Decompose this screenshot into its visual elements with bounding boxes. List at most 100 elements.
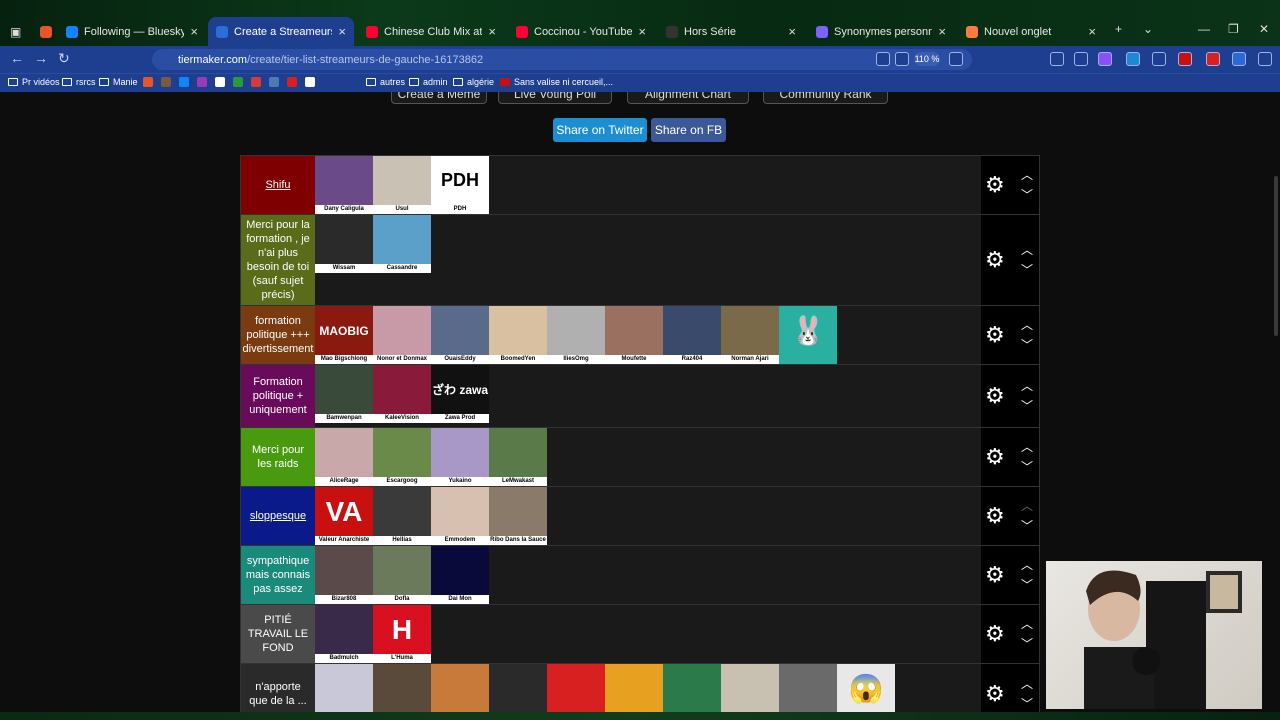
minimize-icon[interactable]: — bbox=[1198, 22, 1210, 36]
create-meme-button[interactable]: Create a Meme bbox=[391, 92, 487, 104]
close-tab-icon[interactable]: × bbox=[190, 24, 198, 39]
tier-item[interactable]: Cassandre bbox=[373, 215, 431, 273]
tier-item[interactable]: MAOBIG Mao Bigschlong bbox=[315, 306, 373, 364]
menu-icon[interactable] bbox=[1258, 52, 1272, 66]
chevron-up-icon[interactable]: ︿ bbox=[1021, 315, 1033, 335]
tier-item[interactable]: Yukaino bbox=[431, 428, 489, 486]
tab-6[interactable]: Synonymes personnalité - Deep × bbox=[808, 17, 954, 46]
tier-item[interactable]: Usul bbox=[373, 156, 431, 214]
tier-items[interactable]: Wissam Cassandre bbox=[315, 215, 981, 305]
tier-label[interactable]: Shifu bbox=[241, 156, 315, 214]
gear-icon[interactable]: ⚙ bbox=[985, 444, 1005, 470]
tier-item[interactable] bbox=[663, 664, 721, 712]
tier-item[interactable]: ざわ zawa Zawa Prod bbox=[431, 365, 489, 423]
share-twitter-button[interactable]: Share on Twitter bbox=[553, 118, 647, 142]
account-icon[interactable] bbox=[1050, 52, 1064, 66]
tier-item[interactable]: H L'Huma bbox=[373, 605, 431, 663]
bookmark-favicon-icon[interactable] bbox=[269, 77, 279, 87]
tier-items[interactable]: MAOBIG Mao Bigschlong Nonor et Donmax Ouais… bbox=[315, 306, 981, 364]
reader-icon[interactable] bbox=[876, 52, 890, 66]
tier-label[interactable]: sympathique mais connais pas assez bbox=[241, 546, 315, 604]
tab-list-button[interactable]: ▣ bbox=[2, 17, 24, 46]
chevron-up-icon[interactable]: ︿ bbox=[1021, 496, 1033, 516]
chevron-down-icon[interactable]: ﹀ bbox=[1021, 185, 1033, 205]
bookmark-favicon-icon[interactable] bbox=[161, 77, 171, 87]
gear-icon[interactable]: ⚙ bbox=[985, 503, 1005, 529]
tier-label[interactable]: sloppesque bbox=[241, 487, 315, 545]
tier-item[interactable] bbox=[721, 664, 779, 712]
tier-item[interactable]: 😱 bbox=[837, 664, 895, 712]
ext-proton-icon[interactable] bbox=[1098, 52, 1112, 66]
tab-0[interactable] bbox=[32, 17, 54, 46]
bookmark-favicon-icon[interactable] bbox=[197, 77, 207, 87]
tier-item[interactable] bbox=[315, 664, 373, 712]
alignment-chart-button[interactable]: Alignment Chart bbox=[627, 92, 749, 104]
tab-2[interactable]: Create a Streameurs de Gauche × bbox=[208, 17, 354, 46]
chevron-up-icon[interactable]: ︿ bbox=[1021, 437, 1033, 457]
close-tab-icon[interactable]: × bbox=[338, 24, 346, 39]
extensions-icon[interactable] bbox=[1074, 52, 1088, 66]
bookmark-1[interactable]: rsrcs bbox=[62, 77, 96, 87]
close-tab-icon[interactable]: × bbox=[488, 24, 496, 39]
tier-item[interactable]: Badmulch bbox=[315, 605, 373, 663]
chevron-down-icon[interactable]: ﹀ bbox=[1021, 575, 1033, 595]
gear-icon[interactable]: ⚙ bbox=[985, 681, 1005, 707]
tier-label[interactable]: PITIÉ TRAVAIL LE FOND bbox=[241, 605, 315, 663]
tier-item[interactable]: OuaisEddy bbox=[431, 306, 489, 364]
tier-items[interactable]: AliceRage Escargoog Yukaino LeMwakast bbox=[315, 428, 981, 486]
tier-item[interactable]: VA Valeur Anarchiste bbox=[315, 487, 373, 545]
tier-item[interactable]: IliesOmg bbox=[547, 306, 605, 364]
tab-7[interactable]: Nouvel onglet × bbox=[958, 17, 1104, 46]
tier-item[interactable]: Emmodem bbox=[431, 487, 489, 545]
tier-item[interactable]: Moufette bbox=[605, 306, 663, 364]
tier-item[interactable] bbox=[779, 664, 837, 712]
tier-item[interactable]: Ribo Dans la Sauce bbox=[489, 487, 547, 545]
tier-item[interactable]: AliceRage bbox=[315, 428, 373, 486]
reload-icon[interactable]: ↻ bbox=[58, 50, 70, 67]
bookmark-favicon-icon[interactable] bbox=[305, 77, 315, 87]
gear-icon[interactable]: ⚙ bbox=[985, 562, 1005, 588]
gear-icon[interactable]: ⚙ bbox=[985, 322, 1005, 348]
tier-item[interactable]: BoomedYen bbox=[489, 306, 547, 364]
tier-item[interactable]: Dany Caligula bbox=[315, 156, 373, 214]
tier-item[interactable] bbox=[431, 664, 489, 712]
close-tab-icon[interactable]: × bbox=[938, 24, 946, 39]
tier-item[interactable]: Nonor et Donmax bbox=[373, 306, 431, 364]
bookmark-3[interactable]: autres bbox=[366, 77, 405, 87]
tier-label[interactable]: Formation politique + uniquement bbox=[241, 365, 315, 427]
tier-label[interactable]: Merci pour les raids bbox=[241, 428, 315, 486]
tier-items[interactable]: Bamwenpan KaleeVision ざわ zawa Zawa Prod bbox=[315, 365, 981, 427]
tier-item[interactable] bbox=[489, 664, 547, 712]
chevron-up-icon[interactable]: ︿ bbox=[1021, 614, 1033, 634]
tier-item[interactable]: Bamwenpan bbox=[315, 365, 373, 423]
tab-menu-icon[interactable]: ⌄ bbox=[1143, 22, 1153, 36]
close-tab-icon[interactable]: × bbox=[638, 24, 646, 39]
tier-item[interactable]: Escargoog bbox=[373, 428, 431, 486]
bookmark-favicon-icon[interactable] bbox=[215, 77, 225, 87]
tier-item[interactable]: 🐰 bbox=[779, 306, 837, 364]
bookmark-star-icon[interactable] bbox=[949, 52, 963, 66]
chevron-down-icon[interactable]: ﹀ bbox=[1021, 260, 1033, 280]
bookmark-4[interactable]: admin bbox=[409, 77, 448, 87]
gear-icon[interactable]: ⚙ bbox=[985, 621, 1005, 647]
chevron-down-icon[interactable]: ﹀ bbox=[1021, 694, 1033, 713]
gear-icon[interactable]: ⚙ bbox=[985, 383, 1005, 409]
chevron-up-icon[interactable]: ︿ bbox=[1021, 240, 1033, 260]
tier-item[interactable]: Dofla bbox=[373, 546, 431, 604]
chevron-up-icon[interactable]: ︿ bbox=[1021, 376, 1033, 396]
scrollbar[interactable] bbox=[1274, 176, 1278, 336]
chevron-up-icon[interactable]: ︿ bbox=[1021, 165, 1033, 185]
tab-1[interactable]: Following — Bluesky × bbox=[58, 17, 206, 46]
bookmark-favicon-icon[interactable] bbox=[287, 77, 297, 87]
tier-label[interactable]: n'apporte que de la ... bbox=[241, 664, 315, 712]
live-voting-button[interactable]: Live Voting Poll bbox=[498, 92, 612, 104]
tier-item[interactable]: Bizar808 bbox=[315, 546, 373, 604]
tab-3[interactable]: Chinese Club Mix at a Senior Ce × bbox=[358, 17, 504, 46]
tier-items[interactable]: VA Valeur Anarchiste Hellias Emmodem Ribo Da… bbox=[315, 487, 981, 545]
ext-glasses-icon[interactable] bbox=[1152, 52, 1166, 66]
tab-5[interactable]: Hors Série × bbox=[658, 17, 804, 46]
url-input[interactable]: tiermaker.com/create/tier-list-streameur… bbox=[152, 49, 972, 70]
chevron-down-icon[interactable]: ﹀ bbox=[1021, 335, 1033, 355]
tier-item[interactable]: Raz404 bbox=[663, 306, 721, 364]
zoom-level[interactable]: 110 % bbox=[914, 52, 940, 66]
